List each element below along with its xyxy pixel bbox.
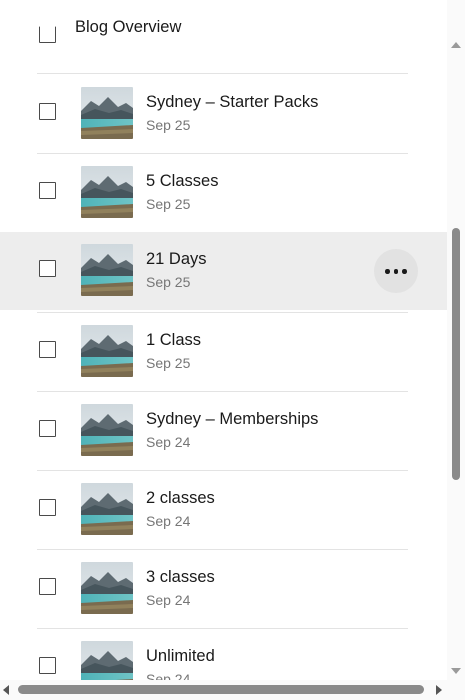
scroll-right-arrow-icon[interactable] bbox=[436, 685, 442, 695]
scroll-up-arrow-icon[interactable] bbox=[451, 42, 461, 48]
item-date: Sep 24 bbox=[146, 513, 191, 529]
lake-mountain-image bbox=[81, 166, 133, 219]
list-item[interactable]: Sydney – Memberships Sep 24 bbox=[0, 392, 447, 470]
lake-mountain-image bbox=[81, 641, 133, 680]
item-title[interactable]: Unlimited bbox=[146, 647, 215, 666]
list-item[interactable]: 5 Classes Sep 25 bbox=[0, 154, 447, 232]
row-checkbox[interactable] bbox=[39, 340, 56, 358]
item-title[interactable]: 21 Days bbox=[146, 250, 207, 269]
lake-mountain-image bbox=[81, 562, 133, 615]
lake-mountain-image bbox=[81, 324, 133, 377]
thumbnail-image bbox=[81, 244, 133, 297]
thumbnail-image bbox=[81, 483, 133, 535]
row-checkbox[interactable] bbox=[39, 578, 56, 596]
row-checkbox[interactable] bbox=[39, 499, 56, 516]
lake-mountain-image bbox=[81, 87, 133, 139]
row-checkbox[interactable] bbox=[39, 103, 56, 120]
post-list-viewport: Blog Overview Sydney – Starter Packs Sep … bbox=[0, 0, 447, 680]
item-title[interactable]: Sydney – Starter Packs bbox=[146, 93, 318, 112]
horizontal-scrollbar-thumb[interactable] bbox=[18, 685, 424, 694]
item-date: Sep 24 bbox=[146, 671, 191, 680]
list-item[interactable]: Sydney – Starter Packs Sep 25 bbox=[0, 75, 447, 153]
row-checkbox[interactable] bbox=[39, 419, 56, 437]
more-dot bbox=[393, 269, 399, 274]
item-date: Sep 24 bbox=[146, 433, 191, 450]
item-date: Sep 25 bbox=[146, 274, 191, 291]
thumbnail-image bbox=[81, 403, 133, 456]
thumbnail-image bbox=[81, 562, 133, 615]
divider bbox=[37, 73, 408, 74]
list-item[interactable]: 2 classes Sep 24 bbox=[0, 471, 447, 549]
item-date: Sep 24 bbox=[146, 592, 191, 609]
thumbnail-image bbox=[81, 87, 133, 139]
lake-mountain-image bbox=[81, 244, 133, 297]
item-date: Sep 25 bbox=[146, 354, 191, 371]
item-date: Sep 25 bbox=[146, 196, 191, 213]
item-title[interactable]: 5 Classes bbox=[146, 172, 218, 191]
thumbnail-image bbox=[81, 324, 133, 377]
item-title[interactable]: Sydney – Memberships bbox=[146, 410, 318, 429]
list-item[interactable]: 3 classes Sep 24 bbox=[0, 550, 447, 628]
scroll-left-arrow-icon[interactable] bbox=[3, 685, 9, 695]
row-checkbox[interactable] bbox=[39, 182, 56, 200]
thumbnail-image bbox=[81, 641, 133, 680]
more-dot bbox=[385, 269, 390, 274]
list-item[interactable]: 21 Days Sep 25 bbox=[0, 232, 447, 311]
lake-mountain-image bbox=[81, 483, 133, 535]
blog-overview-checkbox[interactable] bbox=[39, 26, 56, 43]
item-title[interactable]: 2 classes bbox=[146, 489, 215, 508]
scroll-down-arrow-icon[interactable] bbox=[451, 668, 461, 674]
list-item[interactable]: Unlimited Sep 24 bbox=[0, 629, 447, 680]
thumbnail-image bbox=[81, 166, 133, 219]
blog-overview-title[interactable]: Blog Overview bbox=[75, 18, 181, 37]
row-checkbox[interactable] bbox=[39, 657, 56, 675]
lake-mountain-image bbox=[81, 403, 133, 456]
more-dot bbox=[402, 269, 407, 274]
item-title[interactable]: 3 classes bbox=[146, 568, 215, 587]
item-date: Sep 25 bbox=[146, 117, 191, 133]
horizontal-scrollbar[interactable] bbox=[0, 680, 465, 700]
vertical-scrollbar[interactable] bbox=[447, 0, 465, 680]
row-checkbox[interactable] bbox=[39, 260, 56, 278]
item-title[interactable]: 1 Class bbox=[146, 331, 201, 350]
more-horizontal-icon[interactable] bbox=[374, 249, 418, 294]
vertical-scrollbar-thumb[interactable] bbox=[452, 228, 460, 480]
list-item[interactable]: 1 Class Sep 25 bbox=[0, 313, 447, 391]
